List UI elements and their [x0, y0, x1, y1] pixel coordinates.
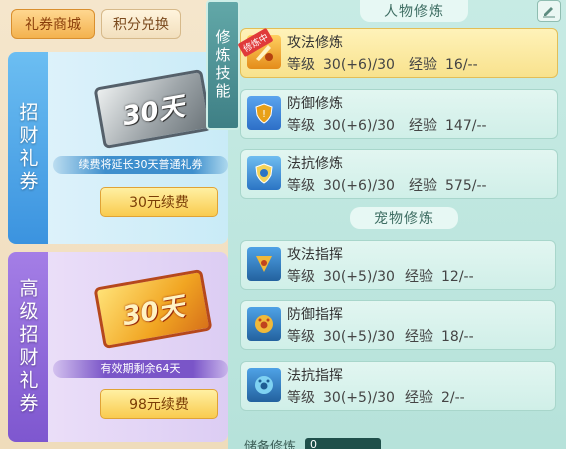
exp-label: 经验 — [409, 57, 437, 73]
pet-row-defense[interactable]: 防御指挥 等级 30(+5)/30 经验 18/-- — [240, 300, 556, 350]
fortune-voucher-card: 招财礼券 30天 续费将延长30天普通礼券 30元续费 — [8, 52, 228, 244]
level-label: 等级 — [287, 178, 315, 194]
character-cultivation-header: 人物修炼 — [360, 0, 468, 22]
pet-row-resist[interactable]: 法抗指挥 等级 30(+5)/30 经验 2/-- — [240, 361, 556, 411]
level-value: 30(+5)/30 — [323, 390, 395, 406]
exp-label: 经验 — [405, 329, 433, 345]
row-name: 防御修炼 — [287, 96, 343, 112]
exp-label: 经验 — [409, 118, 437, 134]
level-label: 等级 — [287, 118, 315, 134]
voucher-shop: 礼券商城 积分兑换 招财礼券 30天 续费将延长30天普通礼券 30元续费 高级… — [0, 0, 228, 449]
validity-note: 有效期剩余64天 — [53, 360, 228, 378]
level-value: 30(+6)/30 — [323, 178, 395, 194]
paw-resist-icon — [247, 368, 281, 402]
paw-defense-icon — [247, 307, 281, 341]
ticket-duration: 30天 — [120, 91, 187, 132]
exp-value: 18/-- — [441, 329, 474, 345]
silver-ticket-icon: 30天 — [93, 68, 213, 150]
row-name: 攻法修炼 — [287, 35, 343, 51]
card-title-strip: 高级招财礼券 — [8, 252, 48, 442]
renew-30-button[interactable]: 30元续费 — [100, 187, 218, 217]
storage-value: 0 — [305, 438, 381, 449]
exp-value: 12/-- — [441, 269, 474, 285]
cultivation-row-resist[interactable]: 法抗修炼 等级 30(+6)/30 经验 575/-- — [240, 149, 558, 199]
level-label: 等级 — [287, 329, 315, 345]
level-label: 等级 — [287, 269, 315, 285]
row-name: 法抗修炼 — [287, 156, 343, 172]
card-title: 招财礼券 — [16, 102, 39, 194]
card-title: 高级招财礼券 — [16, 278, 39, 416]
storage-label: 储备修炼 — [244, 440, 297, 449]
cultivation-row-attack[interactable]: 修炼中 攻法修炼 等级 30(+6)/30 经验 16/-- — [237, 27, 558, 78]
svg-text:!: ! — [262, 109, 266, 120]
level-value: 30(+6)/30 — [323, 118, 395, 134]
exp-label: 经验 — [405, 390, 433, 406]
gold-ticket-icon: 30天 — [93, 268, 213, 350]
paw-attack-icon — [247, 247, 281, 281]
level-value: 30(+5)/30 — [323, 269, 395, 285]
exp-value: 147/-- — [445, 118, 487, 134]
ticket-duration: 30天 — [120, 291, 187, 332]
shield-icon: ! — [247, 96, 281, 130]
side-tab-label: 修炼技能 — [213, 29, 232, 101]
exp-value: 575/-- — [445, 178, 487, 194]
renew-98-button[interactable]: 98元续费 — [100, 389, 218, 419]
tab-voucher-shop[interactable]: 礼券商城 — [11, 9, 95, 39]
pet-cultivation-header: 宠物修炼 — [350, 207, 458, 229]
cultivation-row-defense[interactable]: ! 防御修炼 等级 30(+6)/30 经验 147/-- — [240, 89, 558, 139]
premium-fortune-voucher-card: 高级招财礼券 30天 有效期剩余64天 98元续费 — [8, 252, 228, 442]
side-tab-cultivation-skills[interactable]: 修炼技能 — [206, 0, 240, 130]
row-name: 防御指挥 — [287, 307, 343, 323]
renew-note: 续费将延长30天普通礼券 — [53, 156, 228, 174]
level-value: 30(+5)/30 — [323, 329, 395, 345]
rune-shield-icon — [247, 156, 281, 190]
level-label: 等级 — [287, 390, 315, 406]
exp-label: 经验 — [409, 178, 437, 194]
level-value: 30(+6)/30 — [323, 57, 395, 73]
card-title-strip: 招财礼券 — [8, 52, 48, 244]
exp-label: 经验 — [405, 269, 433, 285]
edit-icon[interactable] — [537, 0, 561, 22]
storage-bar: 储备修炼 0 — [244, 436, 566, 449]
row-name: 攻法指挥 — [287, 247, 343, 263]
level-label: 等级 — [287, 57, 315, 73]
tab-points-exchange[interactable]: 积分兑换 — [101, 9, 181, 39]
exp-value: 16/-- — [445, 57, 478, 73]
row-name: 法抗指挥 — [287, 368, 343, 384]
exp-value: 2/-- — [441, 390, 465, 406]
pet-row-attack[interactable]: 攻法指挥 等级 30(+5)/30 经验 12/-- — [240, 240, 556, 290]
